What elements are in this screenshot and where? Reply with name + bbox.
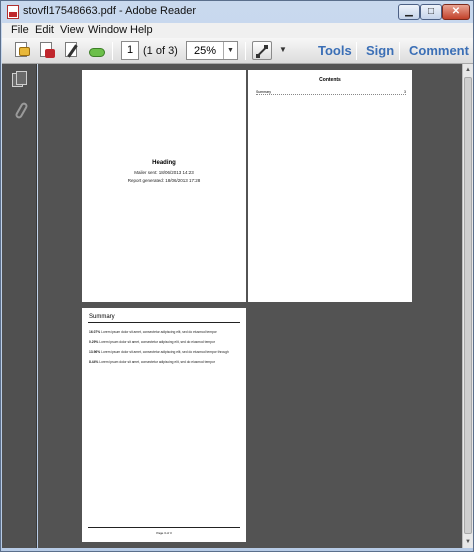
summary-line-text: Lorem ipsum dolor sit amet, consectetur … xyxy=(99,340,215,344)
window-title: stovfl17548663.pdf - Adobe Reader xyxy=(23,5,197,17)
pdf-page-1[interactable]: Heading Mailer sent: 18/06/2013 14:23 Re… xyxy=(82,70,246,302)
adobe-reader-icon xyxy=(7,5,19,19)
page-number-input[interactable]: 1 xyxy=(121,41,139,60)
menu-bar: File Edit View Window Help xyxy=(2,23,473,38)
toolbar-separator xyxy=(399,42,400,60)
report-generated-text: Report generated: 18/06/2013 17:28 xyxy=(127,178,201,183)
summary-line: 0.29% Lorem ipsum dolor sit amet, consec… xyxy=(89,340,239,344)
summary-title: Summary xyxy=(89,314,115,320)
summary-line-pct: 8.44% xyxy=(89,360,99,364)
vertical-scrollbar[interactable]: ▲ ▼ xyxy=(462,64,473,548)
page-count: (1 of 3) xyxy=(143,45,178,57)
cloud-upload-icon[interactable] xyxy=(87,41,105,60)
summary-line: 16.07% Lorem ipsum dolor sit amet, conse… xyxy=(89,330,239,334)
edit-icon[interactable] xyxy=(63,41,81,60)
create-pdf-icon[interactable] xyxy=(38,41,56,60)
pdf-page-3[interactable]: Summary 16.07% Lorem ipsum dolor sit ame… xyxy=(82,308,246,542)
toc-entry-label: Summary xyxy=(256,90,271,94)
tools-button[interactable]: Tools xyxy=(318,43,352,58)
sign-button[interactable]: Sign xyxy=(366,43,394,58)
page-footer: Page 3 of 3 xyxy=(156,531,172,535)
footer-rule xyxy=(88,527,240,528)
zoom-value: 25% xyxy=(194,45,217,57)
menu-file[interactable]: File xyxy=(11,24,29,36)
contents-title: Contents xyxy=(319,77,341,83)
summary-line-text: Lorem ipsum dolor sit amet, consectetur … xyxy=(101,330,217,334)
pdf-page-2[interactable]: Contents Summary 3 xyxy=(248,70,412,302)
close-button[interactable]: ✕ xyxy=(442,4,470,20)
summary-line-pct: 13.96% xyxy=(89,350,101,354)
app-window: stovfl17548663.pdf - Adobe Reader ▁ □ ✕ … xyxy=(0,0,474,552)
summary-line-text: Lorem ipsum dolor sit amet, consectetur … xyxy=(99,360,215,364)
comment-button[interactable]: Comment xyxy=(409,43,469,58)
page-heading: Heading xyxy=(152,160,176,166)
summary-rule xyxy=(88,322,240,323)
close-icon: ✕ xyxy=(451,6,461,17)
maximize-icon: □ xyxy=(427,6,435,17)
menu-window[interactable]: Window xyxy=(88,24,127,36)
scrollbar-thumb[interactable] xyxy=(464,77,472,534)
page-thumbnails-icon[interactable] xyxy=(12,71,28,89)
fit-page-icon[interactable] xyxy=(252,41,272,60)
navigation-panel xyxy=(2,64,37,548)
toolbar-separator xyxy=(245,42,246,60)
summary-line: 8.44% Lorem ipsum dolor sit amet, consec… xyxy=(89,360,239,364)
maximize-button[interactable]: □ xyxy=(420,4,442,20)
document-view[interactable]: Heading Mailer sent: 18/06/2013 14:23 Re… xyxy=(38,64,462,548)
title-bar: stovfl17548663.pdf - Adobe Reader ▁ □ ✕ xyxy=(1,1,473,23)
toolbar-separator xyxy=(112,42,113,60)
minimize-icon: ▁ xyxy=(405,6,413,17)
mailer-sent-text: Mailer sent: 18/06/2013 14:23 xyxy=(134,170,194,175)
toc-entry[interactable]: Summary 3 xyxy=(256,90,406,95)
open-icon[interactable] xyxy=(13,41,31,60)
toolbar-separator xyxy=(356,42,357,60)
scroll-up-icon[interactable]: ▲ xyxy=(463,64,473,76)
summary-line: 13.96% Lorem ipsum dolor sit amet, conse… xyxy=(89,350,239,354)
chevron-down-icon[interactable]: ▼ xyxy=(223,42,237,59)
menu-edit[interactable]: Edit xyxy=(35,24,54,36)
summary-line-pct: 0.29% xyxy=(89,340,99,344)
zoom-select[interactable]: 25% ▼ xyxy=(186,41,238,60)
toolbar-more-icon[interactable]: ▼ xyxy=(279,45,287,54)
summary-line-text: Lorem ipsum dolor sit amet, consectetur … xyxy=(101,350,229,354)
minimize-button[interactable]: ▁ xyxy=(398,4,420,20)
attachments-icon[interactable] xyxy=(14,101,30,120)
menu-view[interactable]: View xyxy=(60,24,84,36)
scroll-down-icon[interactable]: ▼ xyxy=(463,536,473,548)
menu-help[interactable]: Help xyxy=(130,24,153,36)
summary-line-pct: 16.07% xyxy=(89,330,101,334)
toc-entry-page: 3 xyxy=(404,90,406,94)
toolbar: 1 (1 of 3) 25% ▼ ▼ Tools Sign Comment xyxy=(2,38,473,64)
